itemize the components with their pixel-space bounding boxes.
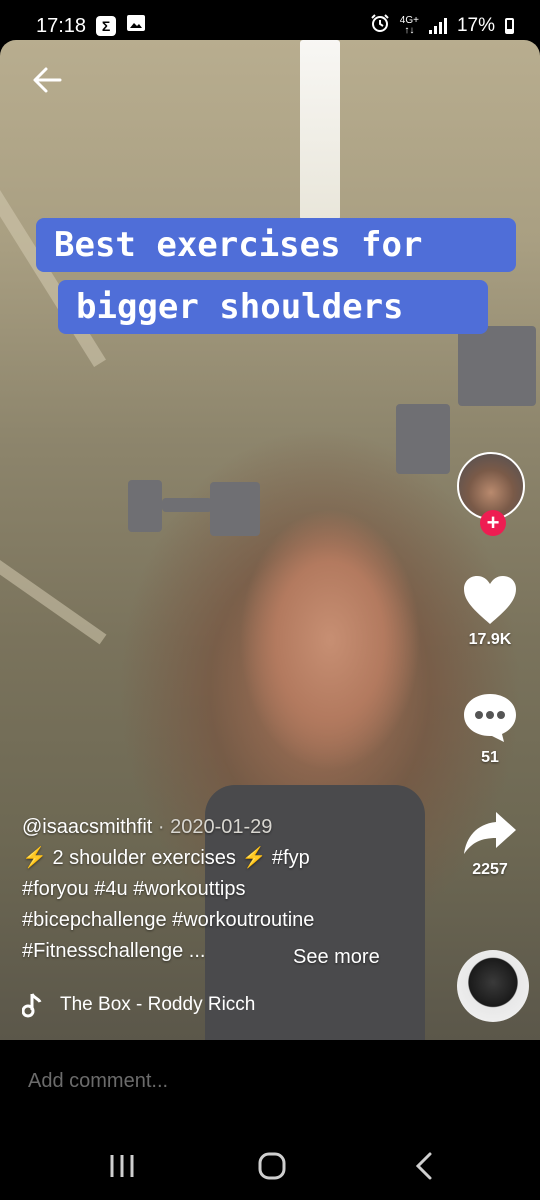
caption-line: bigger shoulders [58, 280, 488, 334]
ceiling-rafter [0, 560, 107, 645]
music-track[interactable]: The Box - Roddy Ricch [22, 992, 255, 1018]
music-note-icon [22, 993, 42, 1018]
alarm-icon [370, 13, 390, 39]
share-arrow-icon [464, 812, 516, 854]
see-more-link[interactable]: See more [293, 946, 380, 969]
sigma-icon: Σ [96, 16, 117, 36]
post-description: @isaacsmithfit · 2020-01-29 ⚡ 2 shoulder… [22, 812, 442, 967]
network-indicator: 4G+ ↑↓ [399, 15, 419, 36]
share-count: 2257 [472, 861, 508, 878]
recent-apps-icon[interactable] [102, 1148, 142, 1184]
battery-icon [505, 18, 514, 34]
signal-icon [428, 18, 447, 34]
dumbbell-handle [162, 498, 212, 512]
description-line: ⚡ 2 shoulder exercises ⚡ #fyp [22, 847, 310, 869]
back-arrow-icon[interactable] [30, 62, 66, 98]
heart-icon [464, 576, 516, 624]
status-right: 4G+ ↑↓ 17% [370, 13, 514, 39]
post-meta: @isaacsmithfit · 2020-01-29 [22, 812, 442, 843]
video-caption-overlay: Best exercises for bigger shoulders [36, 218, 516, 342]
like-button[interactable]: 17.9K [450, 574, 530, 649]
music-title: The Box - Roddy Ricch [60, 994, 256, 1015]
home-icon[interactable] [252, 1148, 292, 1184]
dumbbell [210, 482, 260, 536]
dumbbell [128, 480, 162, 532]
username-link[interactable]: @isaacsmithfit [22, 816, 152, 838]
dumbbell [396, 404, 450, 474]
like-count: 17.9K [468, 631, 512, 648]
description-line: #bicepchallenge #workoutroutine [22, 909, 315, 931]
status-time: 17:18 [36, 14, 87, 37]
post-date: 2020-01-29 [170, 816, 273, 838]
comment-count: 51 [481, 749, 499, 766]
post-date-separator: · [152, 816, 171, 838]
music-disc[interactable] [457, 950, 529, 1022]
battery-percent: 17% [456, 15, 495, 36]
ceiling-light [300, 40, 340, 220]
nav-back-icon[interactable] [404, 1148, 444, 1184]
share-button[interactable]: 2257 [450, 810, 530, 879]
description-line: #foryou #4u #workouttips [22, 878, 246, 900]
comment-bubble-icon [464, 694, 516, 742]
caption-line: Best exercises for [36, 218, 516, 272]
status-left: 17:18 Σ [36, 14, 146, 38]
comment-button[interactable]: 51 [450, 692, 530, 767]
follow-plus-button[interactable]: + [480, 510, 506, 536]
add-comment-input[interactable]: Add comment... [28, 1070, 168, 1093]
image-icon [126, 14, 146, 38]
